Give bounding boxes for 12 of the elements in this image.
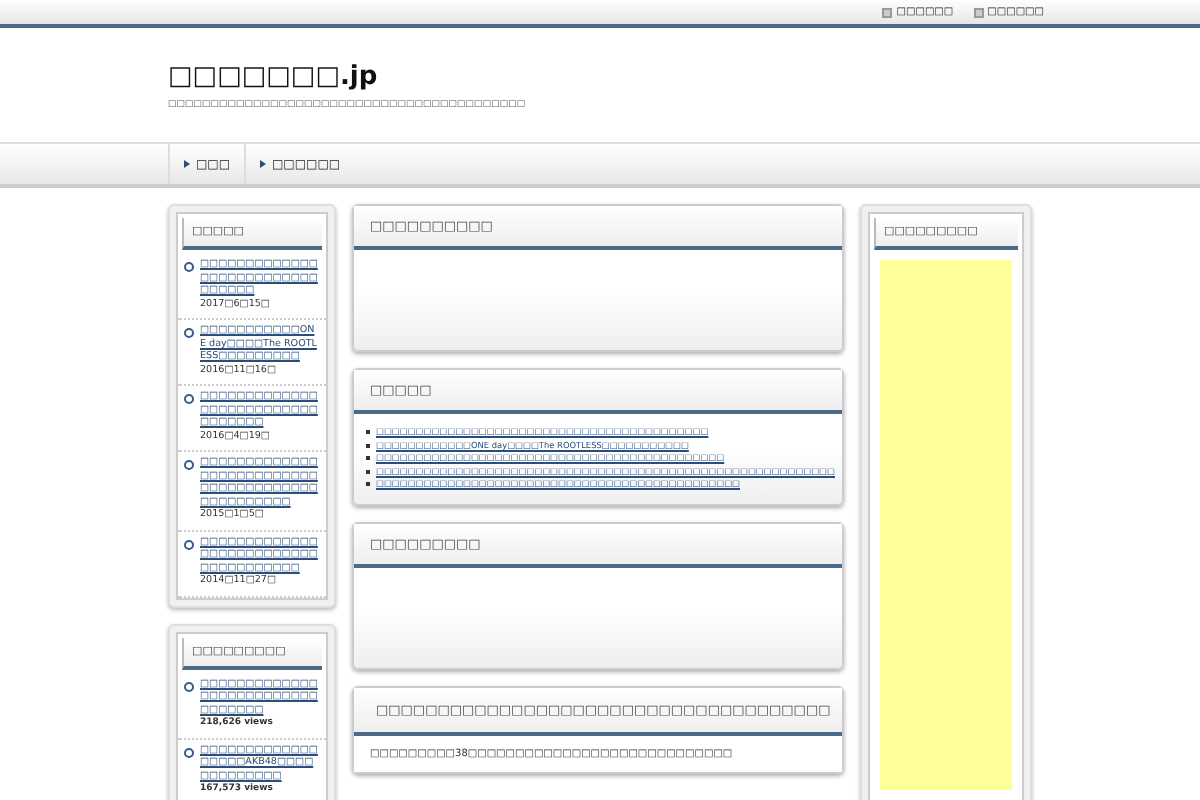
circle-bullet-icon: [184, 681, 194, 691]
page-icon: [973, 7, 984, 17]
page-icon: [882, 7, 893, 17]
circle-bullet-icon: [184, 328, 194, 338]
arrow-icon: [184, 160, 190, 168]
arrow-icon: [260, 160, 267, 168]
circle-bullet-icon: [184, 394, 194, 404]
circle-bullet-icon: [184, 747, 194, 757]
site-title[interactable]: □□□□□□□.jp: [168, 60, 1200, 96]
circle-bullet-icon: [184, 262, 194, 272]
circle-bullet-icon: [184, 539, 194, 549]
circle-bullet-icon: [184, 460, 194, 470]
